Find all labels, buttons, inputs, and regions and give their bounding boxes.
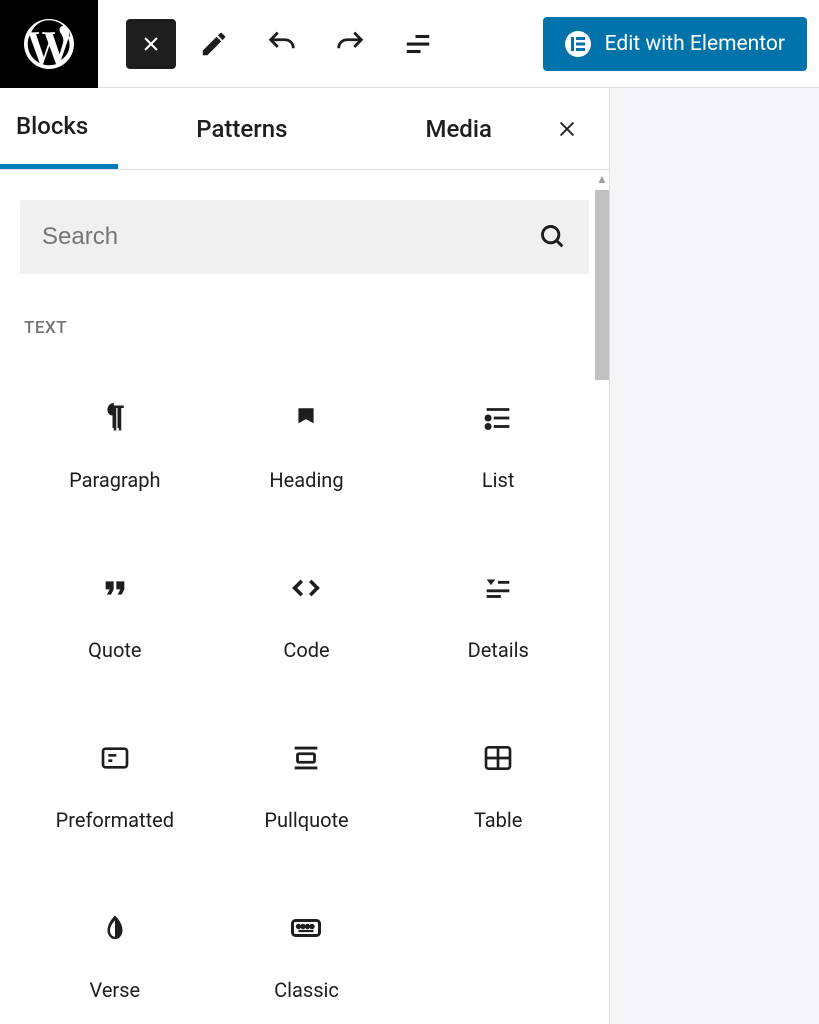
- preformatted-icon: [97, 740, 133, 776]
- toolbar-section: [98, 14, 543, 74]
- block-item-list[interactable]: List: [407, 366, 589, 526]
- edit-with-elementor-button[interactable]: Edit with Elementor: [543, 17, 807, 71]
- scrollbar-thumb[interactable]: [595, 190, 609, 380]
- redo-icon: [333, 27, 367, 61]
- category-label-text: TEXT: [20, 318, 589, 338]
- block-label: Table: [474, 808, 522, 832]
- tab-patterns[interactable]: Patterns: [166, 88, 317, 169]
- edit-icon: [199, 29, 229, 59]
- block-inserter-panel: Blocks Patterns Media ▲: [0, 88, 610, 1024]
- block-label: Quote: [88, 638, 141, 662]
- document-overview-button[interactable]: [388, 14, 448, 74]
- tab-media[interactable]: Media: [395, 88, 521, 169]
- block-label: Verse: [90, 978, 141, 1002]
- block-item-classic[interactable]: Classic: [216, 876, 398, 1024]
- block-item-heading[interactable]: Heading: [216, 366, 398, 526]
- block-label: Preformatted: [56, 808, 174, 832]
- editor-top-bar: Edit with Elementor: [0, 0, 819, 88]
- block-label: Heading: [269, 468, 343, 492]
- scrollbar[interactable]: ▲: [593, 170, 611, 1024]
- block-item-verse[interactable]: Verse: [24, 876, 206, 1024]
- search-icon: [539, 223, 567, 251]
- block-label: Paragraph: [69, 468, 160, 492]
- block-item-paragraph[interactable]: Paragraph: [24, 366, 206, 526]
- toggle-inserter-button[interactable]: [126, 19, 176, 69]
- inserter-tabs: Blocks Patterns Media: [0, 88, 609, 170]
- classic-icon: [288, 910, 324, 946]
- tab-blocks[interactable]: Blocks: [0, 88, 118, 169]
- list-view-icon: [403, 29, 433, 59]
- verse-icon: [97, 910, 133, 946]
- undo-button[interactable]: [252, 14, 312, 74]
- table-icon: [480, 740, 516, 776]
- wordpress-icon: [19, 14, 79, 74]
- scroll-up-arrow: ▲: [596, 172, 608, 186]
- main-area: Blocks Patterns Media ▲: [0, 88, 819, 1024]
- heading-icon: [288, 400, 324, 436]
- list-icon: [480, 400, 516, 436]
- blocks-grid: Paragraph Heading List: [20, 366, 589, 1024]
- block-item-code[interactable]: Code: [216, 536, 398, 696]
- block-label: Pullquote: [264, 808, 348, 832]
- close-icon: [139, 32, 163, 56]
- elementor-button-label: Edit with Elementor: [605, 32, 785, 56]
- close-icon: [556, 118, 578, 140]
- block-item-table[interactable]: Table: [407, 706, 589, 866]
- editor-canvas[interactable]: [610, 88, 819, 1024]
- code-icon: [288, 570, 324, 606]
- close-inserter-button[interactable]: [547, 109, 587, 149]
- paragraph-icon: [97, 400, 133, 436]
- search-box: [20, 200, 589, 274]
- inserter-scroll-area: TEXT Paragraph Heading: [0, 170, 609, 1024]
- details-icon: [480, 570, 516, 606]
- wordpress-logo-button[interactable]: [0, 0, 98, 88]
- block-label: Code: [283, 638, 329, 662]
- search-input[interactable]: [42, 223, 539, 251]
- block-label: Details: [468, 638, 529, 662]
- quote-icon: [97, 570, 133, 606]
- redo-button[interactable]: [320, 14, 380, 74]
- undo-icon: [265, 27, 299, 61]
- tools-button[interactable]: [184, 14, 244, 74]
- elementor-icon: [565, 31, 591, 57]
- block-item-pullquote[interactable]: Pullquote: [216, 706, 398, 866]
- block-label: List: [482, 468, 515, 492]
- block-item-preformatted[interactable]: Preformatted: [24, 706, 206, 866]
- block-item-details[interactable]: Details: [407, 536, 589, 696]
- block-label: Classic: [274, 978, 339, 1002]
- pullquote-icon: [288, 740, 324, 776]
- block-item-quote[interactable]: Quote: [24, 536, 206, 696]
